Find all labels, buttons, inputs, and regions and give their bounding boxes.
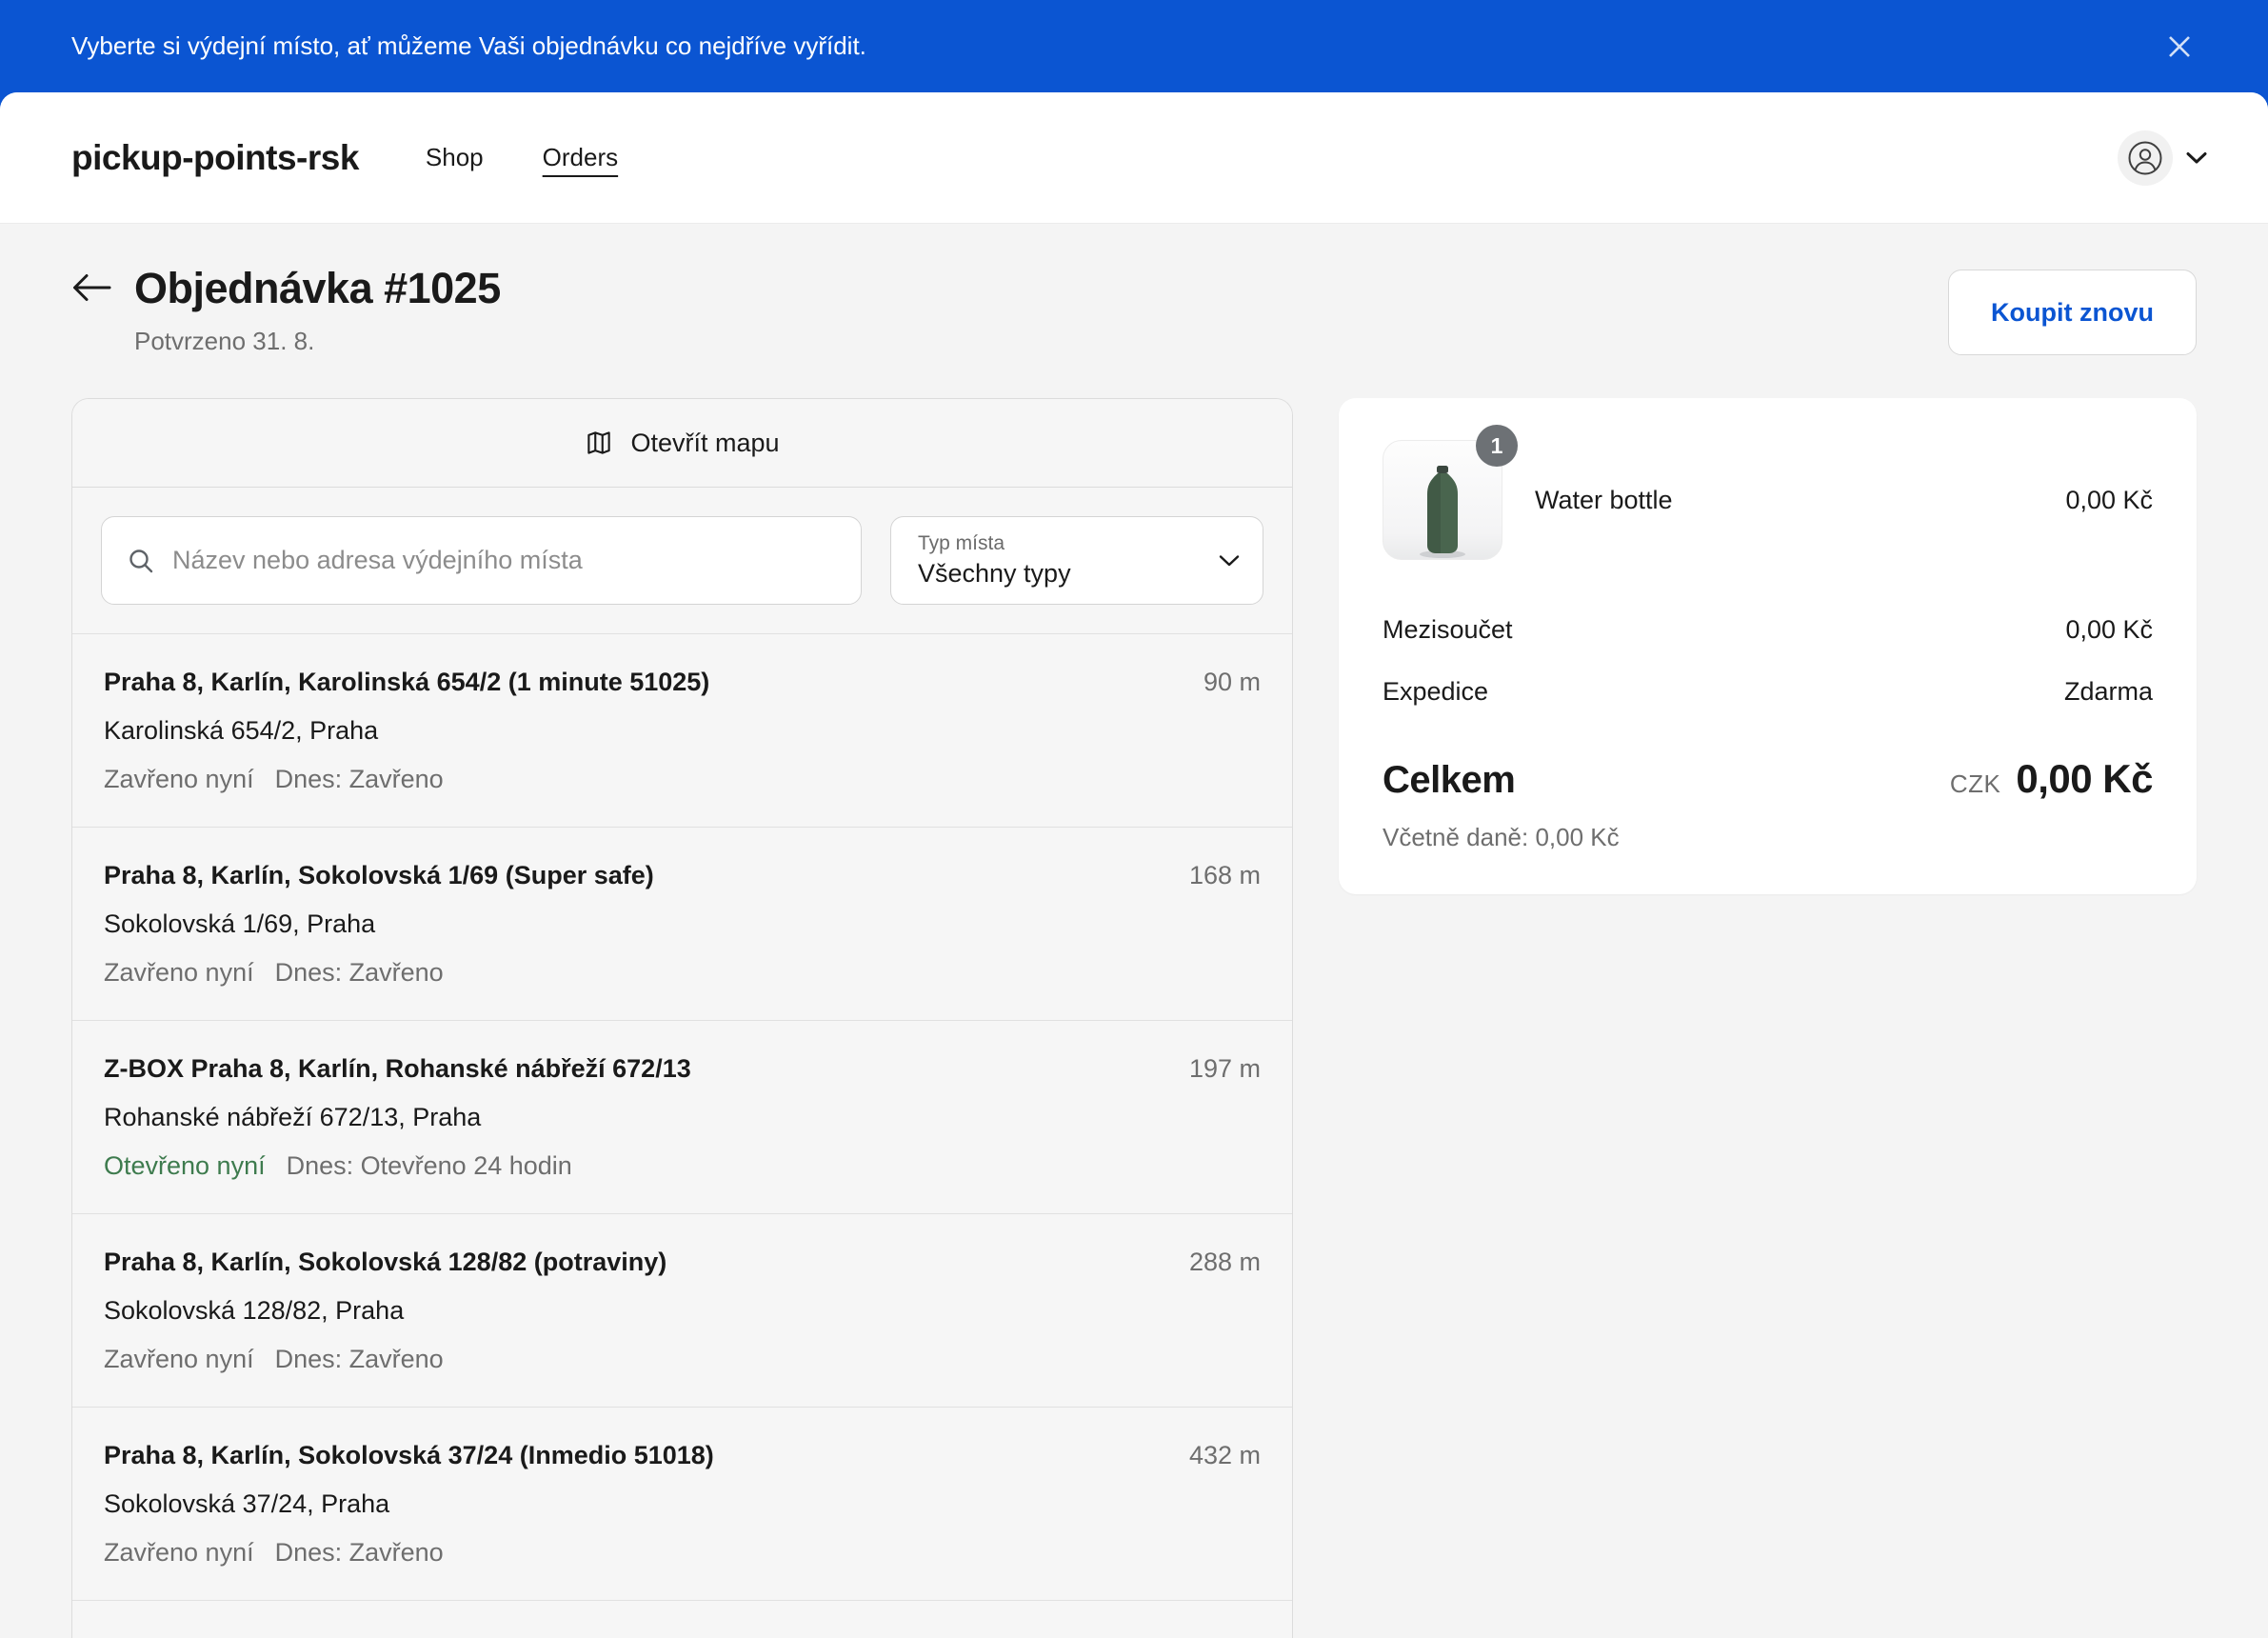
top-navigation-bar: pickup-points-rsk Shop Orders (0, 92, 2268, 224)
picker-controls: Typ místa Všechny typy (72, 488, 1292, 633)
type-filter-value: Všechny typy (918, 559, 1196, 589)
order-header: Objednávka #1025 Potvrzeno 31. 8. Koupit… (71, 264, 2197, 356)
pickup-location-item-partial[interactable] (72, 1601, 1292, 1638)
open-map-button[interactable]: Otevřít mapu (72, 399, 1292, 488)
water-bottle-image (1416, 464, 1469, 559)
user-icon (2127, 140, 2163, 176)
announcement-text: Vyberte si výdejní místo, ať můžeme Vaši… (71, 31, 866, 61)
tax-included-note: Včetně daně: 0,00 Kč (1383, 823, 2153, 852)
buy-again-button[interactable]: Koupit znovu (1948, 270, 2197, 355)
line-item: 1 Water bottle 0,00 Kč (1383, 440, 2153, 560)
location-distance: 168 m (1189, 856, 1261, 894)
type-filter-select[interactable]: Typ místa Všechny typy (890, 516, 1263, 605)
subtotal-label: Mezisoučet (1383, 615, 1513, 645)
pickup-location-list: Praha 8, Karlín, Karolinská 654/2 (1 min… (72, 633, 1292, 1638)
product-name: Water bottle (1535, 486, 2033, 515)
location-name: Praha 8, Karlín, Karolinská 654/2 (1 min… (104, 663, 1261, 701)
arrow-left-icon (71, 271, 111, 304)
chevron-down-icon (2186, 151, 2207, 165)
location-today-hours: Dnes: Zavřeno (275, 1533, 444, 1571)
location-today-hours: Dnes: Zavřeno (275, 1340, 444, 1378)
banner-close-button[interactable] (2159, 27, 2199, 67)
type-filter-label: Typ místa (918, 532, 1196, 555)
location-open-status: Zavřeno nyní (104, 1340, 254, 1378)
location-name: Praha 8, Karlín, Sokolovská 128/82 (potr… (104, 1243, 1261, 1281)
open-map-label: Otevřít mapu (630, 429, 779, 458)
back-button[interactable] (71, 264, 111, 311)
main-nav: Shop Orders (426, 143, 2118, 172)
page-title: Objednávka #1025 (134, 264, 501, 313)
location-address: Sokolovská 1/69, Praha (104, 905, 1261, 943)
location-address: Sokolovská 128/82, Praha (104, 1291, 1261, 1329)
search-icon (127, 547, 155, 575)
order-summary-card: 1 Water bottle 0,00 Kč Mezisoučet 0,00 K… (1339, 398, 2197, 894)
location-open-status: Otevřeno nyní (104, 1147, 266, 1185)
pickup-location-item[interactable]: Praha 8, Karlín, Sokolovská 128/82 (potr… (72, 1214, 1292, 1408)
total-value: 0,00 Kč (2016, 756, 2153, 802)
total-currency: CZK (1950, 769, 2001, 799)
location-name: Praha 8, Karlín, Sokolovská 1/69 (Super … (104, 856, 1261, 894)
location-today-hours: Dnes: Zavřeno (275, 760, 444, 798)
location-today-hours: Dnes: Otevřeno 24 hodin (287, 1147, 572, 1185)
location-distance: 197 m (1189, 1049, 1261, 1088)
nav-item-orders[interactable]: Orders (543, 143, 618, 172)
total-label: Celkem (1383, 759, 1515, 802)
location-distance: 432 m (1189, 1436, 1261, 1474)
subtotal-value: 0,00 Kč (2065, 615, 2153, 645)
location-open-status: Zavřeno nyní (104, 1533, 254, 1571)
location-name: Praha 8, Karlín, Sokolovská 37/24 (Inmed… (104, 1436, 1261, 1474)
location-today-hours: Dnes: Zavřeno (275, 953, 444, 991)
location-name: Z-BOX Praha 8, Karlín, Rohanské nábřeží … (104, 1049, 1261, 1088)
location-search (101, 516, 862, 605)
pickup-point-picker: Otevřít mapu Typ místa (71, 398, 1293, 1638)
chevron-down-icon (1219, 554, 1240, 568)
close-icon (2165, 32, 2194, 61)
pickup-location-item[interactable]: Praha 8, Karlín, Sokolovská 1/69 (Super … (72, 828, 1292, 1021)
shop-name[interactable]: pickup-points-rsk (71, 138, 359, 178)
location-open-status: Zavřeno nyní (104, 953, 254, 991)
location-address: Rohanské nábřeží 672/13, Praha (104, 1098, 1261, 1136)
page-sheet: pickup-points-rsk Shop Orders (0, 92, 2268, 1638)
search-input[interactable] (172, 546, 836, 575)
map-icon (585, 429, 613, 457)
avatar (2118, 130, 2173, 186)
location-address: Karolinská 654/2, Praha (104, 711, 1261, 749)
location-distance: 90 m (1204, 663, 1261, 701)
location-address: Sokolovská 37/24, Praha (104, 1485, 1261, 1523)
account-menu-button[interactable] (2118, 130, 2207, 186)
shipping-label: Expedice (1383, 677, 1488, 707)
pickup-location-item[interactable]: Z-BOX Praha 8, Karlín, Rohanské nábřeží … (72, 1021, 1292, 1214)
nav-item-shop[interactable]: Shop (426, 143, 484, 172)
quantity-badge: 1 (1476, 425, 1518, 467)
order-confirmed-date: Potvrzeno 31. 8. (134, 327, 501, 356)
product-price: 0,00 Kč (2065, 486, 2153, 515)
pickup-location-item[interactable]: Praha 8, Karlín, Sokolovská 37/24 (Inmed… (72, 1408, 1292, 1601)
pickup-location-item[interactable]: Praha 8, Karlín, Karolinská 654/2 (1 min… (72, 634, 1292, 828)
location-open-status: Zavřeno nyní (104, 760, 254, 798)
location-distance: 288 m (1189, 1243, 1261, 1281)
shipping-value: Zdarma (2064, 677, 2153, 707)
total-row: Celkem CZK 0,00 Kč (1383, 756, 2153, 802)
